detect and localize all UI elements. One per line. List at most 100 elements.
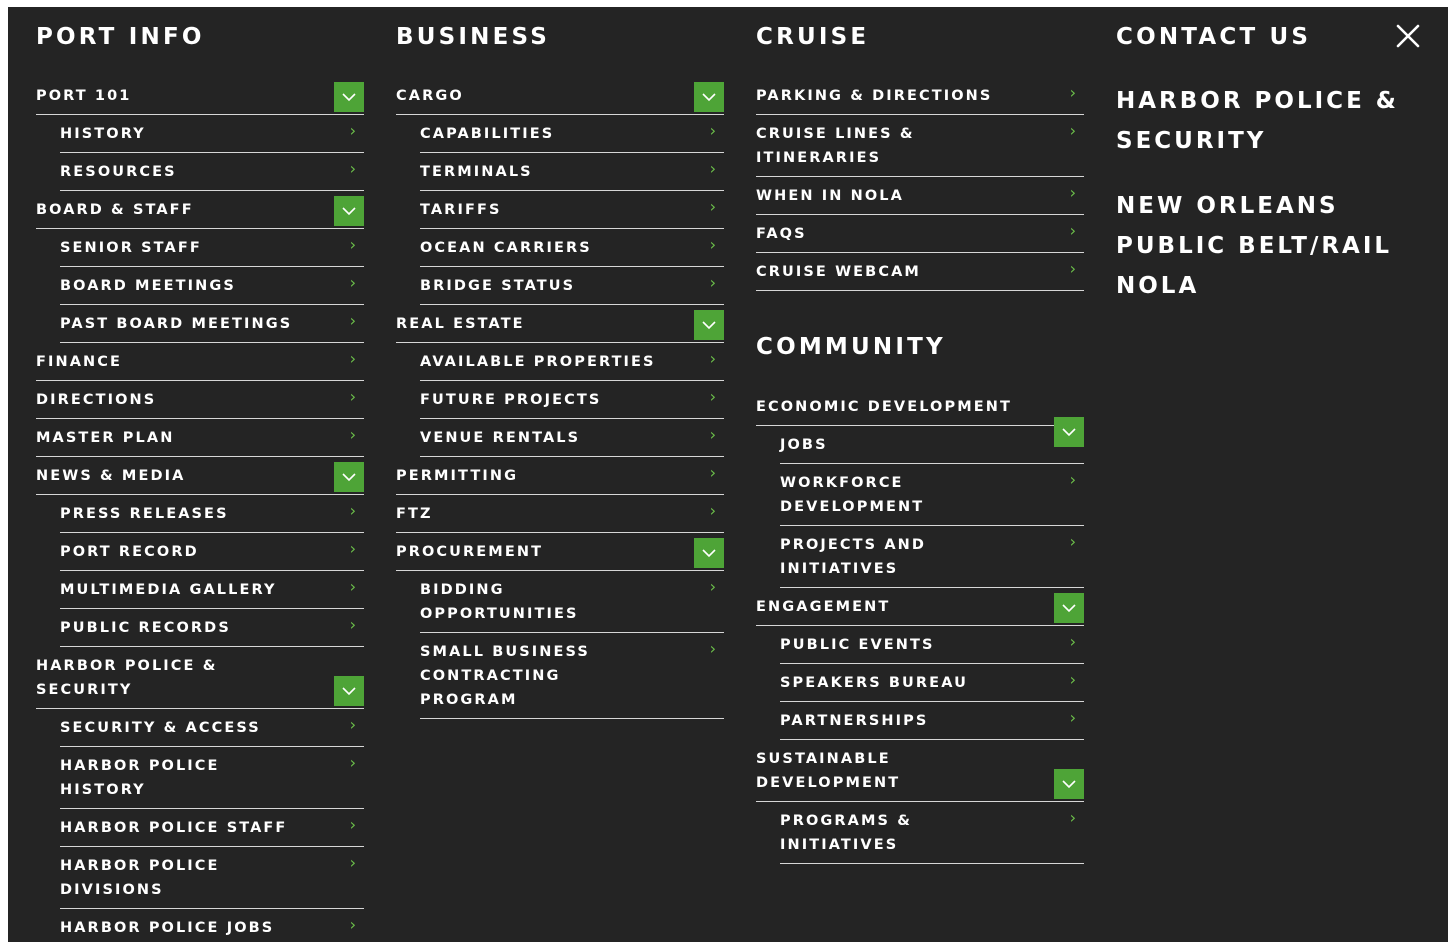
- chevron-right-icon: ›: [349, 615, 356, 634]
- menu-item-future-projects[interactable]: FUTURE PROJECTS ›: [420, 388, 724, 419]
- menu-item-jobs[interactable]: JOBS: [780, 417, 1084, 464]
- menu-item-small-business-program[interactable]: SMALL BUSINESS CONTRACTING PROGRAM ›: [420, 640, 724, 719]
- menu-item-label: PRESS RELEASES: [60, 506, 229, 522]
- chevron-right-icon: ›: [349, 915, 356, 934]
- chevron-down-icon[interactable]: [694, 82, 724, 112]
- chevron-right-icon: ›: [349, 121, 356, 140]
- chevron-down-icon[interactable]: [1054, 417, 1084, 447]
- contact-link-public-belt[interactable]: NEW ORLEANS: [1116, 186, 1339, 226]
- menu-item-available-properties[interactable]: AVAILABLE PROPERTIES ›: [420, 350, 724, 381]
- menu-item-cargo[interactable]: CARGO: [396, 82, 724, 115]
- chevron-right-icon: ›: [709, 463, 716, 482]
- menu-item-faqs[interactable]: FAQS ›: [756, 222, 1084, 253]
- chevron-right-icon: ›: [349, 159, 356, 178]
- menu-item-label: HISTORY: [60, 126, 146, 142]
- menu-item-port-101[interactable]: PORT 101: [36, 82, 364, 115]
- chevron-down-icon[interactable]: [334, 196, 364, 226]
- menu-item-label: SENIOR STAFF: [60, 240, 202, 256]
- menu-item-multimedia-gallery[interactable]: MULTIMEDIA GALLERY ›: [60, 578, 364, 609]
- menu-item-when-in-nola[interactable]: WHEN IN NOLA ›: [756, 184, 1084, 215]
- menu-item-speakers-bureau[interactable]: SPEAKERS BUREAU ›: [780, 671, 1084, 702]
- menu-item-procurement[interactable]: PROCUREMENT: [396, 538, 724, 571]
- menu-item-cruise-lines[interactable]: CRUISE LINES & ITINERARIES ›: [756, 122, 1084, 177]
- chevron-right-icon: ›: [349, 387, 356, 406]
- menu-item-terminals[interactable]: TERMINALS ›: [420, 160, 724, 191]
- menu-item-board-meetings[interactable]: BOARD MEETINGS ›: [60, 274, 364, 305]
- menu-item-bidding-opportunities[interactable]: BIDDING OPPORTUNITIES ›: [420, 578, 724, 633]
- menu-item-harbor-police-security[interactable]: HARBOR POLICE & SECURITY: [36, 654, 364, 709]
- menu-item-master-plan[interactable]: MASTER PLAN ›: [36, 426, 364, 457]
- chevron-right-icon: ›: [709, 425, 716, 444]
- menu-item-harbor-police-jobs[interactable]: HARBOR POLICE JOBS ›: [60, 916, 364, 942]
- menu-item-directions[interactable]: DIRECTIONS ›: [36, 388, 364, 419]
- menu-item-label: PROGRAM: [420, 692, 518, 708]
- menu-item-label: AVAILABLE PROPERTIES: [420, 354, 656, 370]
- menu-item-board-staff[interactable]: BOARD & STAFF: [36, 196, 364, 229]
- contact-link-public-belt[interactable]: NOLA: [1116, 266, 1199, 306]
- chevron-right-icon: ›: [1069, 259, 1076, 278]
- menu-item-label: REAL ESTATE: [396, 316, 525, 332]
- chevron-right-icon: ›: [349, 349, 356, 368]
- chevron-right-icon: ›: [709, 577, 716, 596]
- menu-item-permitting[interactable]: PERMITTING ›: [396, 464, 724, 495]
- menu-item-parking-directions[interactable]: PARKING & DIRECTIONS ›: [756, 84, 1084, 115]
- menu-item-label: JOBS: [780, 437, 828, 453]
- menu-item-label: PUBLIC EVENTS: [780, 637, 935, 653]
- chevron-right-icon: ›: [349, 753, 356, 772]
- menu-item-ocean-carriers[interactable]: OCEAN CARRIERS ›: [420, 236, 724, 267]
- chevron-down-icon[interactable]: [694, 538, 724, 568]
- menu-item-sustainable-development[interactable]: SUSTAINABLE DEVELOPMENT: [756, 747, 1084, 802]
- menu-item-press-releases[interactable]: PRESS RELEASES ›: [60, 502, 364, 533]
- chevron-right-icon: ›: [349, 273, 356, 292]
- menu-item-tariffs[interactable]: TARIFFS ›: [420, 198, 724, 229]
- menu-item-history[interactable]: HISTORY ›: [60, 122, 364, 153]
- menu-item-past-board-meetings[interactable]: PAST BOARD MEETINGS ›: [60, 312, 364, 343]
- contact-link-harbor-police[interactable]: SECURITY: [1116, 121, 1266, 161]
- menu-item-label: PARTNERSHIPS: [780, 713, 929, 729]
- menu-item-news-media[interactable]: NEWS & MEDIA: [36, 462, 364, 495]
- chevron-right-icon: ›: [1069, 532, 1076, 551]
- menu-item-label: PAST BOARD MEETINGS: [60, 316, 293, 332]
- menu-item-engagement[interactable]: ENGAGEMENT: [756, 593, 1084, 626]
- contact-link-public-belt[interactable]: PUBLIC BELT/RAIL: [1116, 226, 1392, 266]
- chevron-down-icon[interactable]: [1054, 769, 1084, 799]
- menu-item-security-access[interactable]: SECURITY & ACCESS ›: [60, 716, 364, 747]
- close-icon[interactable]: [1394, 22, 1422, 50]
- menu-item-resources[interactable]: RESOURCES ›: [60, 160, 364, 191]
- menu-item-capabilities[interactable]: CAPABILITIES ›: [420, 122, 724, 153]
- menu-item-programs-initiatives[interactable]: PROGRAMS & INITIATIVES ›: [780, 809, 1084, 864]
- menu-item-port-record[interactable]: PORT RECORD ›: [60, 540, 364, 571]
- menu-item-harbor-police-staff[interactable]: HARBOR POLICE STAFF ›: [60, 816, 364, 847]
- contact-link-harbor-police[interactable]: HARBOR POLICE &: [1116, 81, 1399, 121]
- chevron-right-icon: ›: [709, 121, 716, 140]
- menu-item-label: VENUE RENTALS: [420, 430, 581, 446]
- menu-item-label: INITIATIVES: [780, 561, 899, 577]
- chevron-down-icon[interactable]: [334, 82, 364, 112]
- menu-item-economic-development[interactable]: ECONOMIC DEVELOPMENT: [756, 395, 1084, 426]
- chevron-down-icon[interactable]: [1054, 593, 1084, 623]
- chevron-right-icon: ›: [349, 235, 356, 254]
- chevron-down-icon[interactable]: [334, 676, 364, 706]
- menu-item-real-estate[interactable]: REAL ESTATE: [396, 310, 724, 343]
- menu-item-cruise-webcam[interactable]: CRUISE WEBCAM ›: [756, 260, 1084, 291]
- menu-item-label: CRUISE WEBCAM: [756, 264, 921, 280]
- menu-item-ftz[interactable]: FTZ ›: [396, 502, 724, 533]
- menu-item-public-events[interactable]: PUBLIC EVENTS ›: [780, 633, 1084, 664]
- menu-item-partnerships[interactable]: PARTNERSHIPS ›: [780, 709, 1084, 740]
- menu-item-workforce-development[interactable]: WORKFORCE DEVELOPMENT ›: [780, 471, 1084, 526]
- menu-item-label: CAPABILITIES: [420, 126, 555, 142]
- chevron-down-icon[interactable]: [694, 310, 724, 340]
- menu-item-label: CARGO: [396, 88, 464, 104]
- chevron-down-icon[interactable]: [334, 462, 364, 492]
- menu-item-label: TERMINALS: [420, 164, 533, 180]
- menu-item-harbor-police-history[interactable]: HARBOR POLICE HISTORY ›: [60, 754, 364, 809]
- menu-item-public-records[interactable]: PUBLIC RECORDS ›: [60, 616, 364, 647]
- menu-item-label: INITIATIVES: [780, 837, 899, 853]
- menu-item-bridge-status[interactable]: BRIDGE STATUS ›: [420, 274, 724, 305]
- menu-item-senior-staff[interactable]: SENIOR STAFF ›: [60, 236, 364, 267]
- menu-item-venue-rentals[interactable]: VENUE RENTALS ›: [420, 426, 724, 457]
- menu-item-finance[interactable]: FINANCE ›: [36, 350, 364, 381]
- menu-item-harbor-police-divisions[interactable]: HARBOR POLICE DIVISIONS ›: [60, 854, 364, 909]
- menu-item-projects-initiatives[interactable]: PROJECTS AND INITIATIVES ›: [780, 533, 1084, 588]
- chevron-right-icon: ›: [349, 715, 356, 734]
